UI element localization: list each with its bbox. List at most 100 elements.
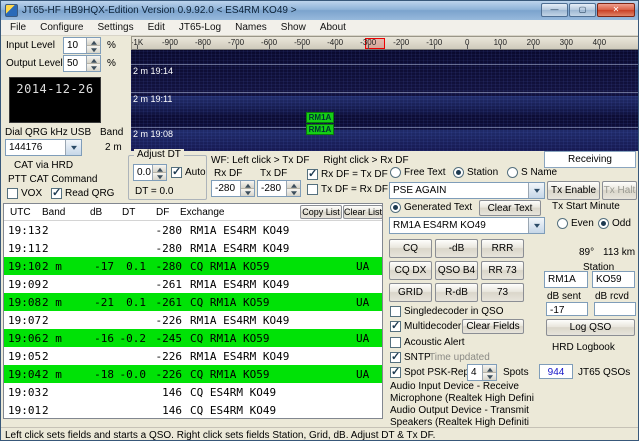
sntp-checkbox[interactable]: SNTP [390,352,431,363]
read-qrg-checkbox[interactable]: Read QRG [51,188,114,199]
macro-rr-73-button[interactable]: RR 73 [481,261,524,280]
radio-icon [390,167,401,178]
clear-fields-button[interactable]: Clear Fields [462,319,524,334]
cell-band: 2 [42,314,86,327]
menu-names[interactable]: Names [228,21,274,34]
multidecoder-checkbox[interactable]: Multidecoder [390,321,461,332]
singledecoder-checkbox[interactable]: Singledecoder in QSO [390,306,504,317]
menu-configure[interactable]: Configure [33,21,90,34]
spots-label: Spots [503,367,529,378]
rx-df-spinner[interactable]: -280 [211,180,255,197]
auto-dt-checkbox[interactable]: Auto [171,167,206,178]
cell-df: -226 [146,350,182,363]
vox-checkbox[interactable]: VOX [7,188,42,199]
tx-eq-rx-checkbox[interactable]: Tx DF = Rx DF [307,184,388,195]
decode-row[interactable]: 19:072-226RM1A ES4RM KO49 [4,311,382,329]
cell-db: -17 [86,260,114,273]
maximize-button[interactable]: ▢ [569,3,596,17]
decode-rows: 19:132-280RM1A ES4RM KO4919:112-280RM1A … [4,221,382,419]
clear-list-button[interactable]: Clear List [343,205,383,219]
odd-minute-radio[interactable]: Odd [598,218,631,229]
spinner-arrows-icon[interactable] [152,165,166,180]
decode-row[interactable]: 19:012146CQ ES4RM KO49 [4,401,382,419]
tx-message-combo[interactable]: RM1A ES4RM KO49 [389,217,545,234]
waterfall-body[interactable]: 2 m 19:142 m 19:112 m 19:08RM1ARM1A [131,50,639,151]
checkbox-icon [51,188,62,199]
macro-73-button[interactable]: 73 [481,283,524,302]
dropdown-arrow-icon[interactable] [528,183,544,198]
spinner-arrows-icon[interactable] [482,365,496,380]
decode-row[interactable]: 19:052-226RM1A ES4RM KO49 [4,347,382,365]
macro-grid-button[interactable]: GRID [389,283,432,302]
cell-df: -280 [146,224,182,237]
decode-row[interactable]: 19:132-280RM1A ES4RM KO49 [4,221,382,239]
rx-eq-tx-checkbox[interactable]: Rx DF = Tx DF [307,169,388,180]
spinner-arrows-icon[interactable] [286,181,300,196]
free-text-combo[interactable]: PSE AGAIN [389,182,545,199]
decode-row[interactable]: 19:092-261RM1A ES4RM KO49 [4,275,382,293]
decode-row[interactable]: 19:042 m-18-0.0-226CQ RM1A KO59UA [4,365,382,383]
dial-qrg-label: Dial QRG kHz USB [5,127,91,138]
cell-exchange: CQ RM1A KO59 [182,332,356,345]
clear-text-button[interactable]: Clear Text [479,200,541,216]
macro-cq-button[interactable]: CQ [389,239,432,258]
db-sent-field[interactable]: -17 [546,302,588,316]
callsign-field[interactable]: RM1A [544,271,588,288]
tx-enable-button[interactable]: Tx Enable [547,181,600,200]
macro-cq-dx-button[interactable]: CQ DX [389,261,432,280]
macro-qso-b4-button[interactable]: QSO B4 [435,261,478,280]
decode-row[interactable]: 19:062 m-16-0.2-245CQ RM1A KO59UA [4,329,382,347]
free-text-radio[interactable]: Free Text [390,167,446,178]
cell-utc: 19:04 [8,368,42,381]
spinner-arrows-icon[interactable] [240,181,254,196]
waterfall-ruler[interactable]: -1K-900-800-700-600-500-400-300-200-1000… [131,36,639,50]
dropdown-arrow-icon[interactable] [65,140,81,155]
db-rcvd-field[interactable] [594,302,636,316]
s-name-radio[interactable]: S Name [507,167,557,178]
window-title: JT65-HF HB9HQX-Edition Version 0.9.92.0 … [22,5,297,16]
decode-row[interactable]: 19:032146CQ ES4RM KO49 [4,383,382,401]
adjust-dt-title: Adjust DT [134,149,184,160]
station-radio[interactable]: Station [453,167,498,178]
menu-edit[interactable]: Edit [141,21,172,34]
cell-utc: 19:11 [8,242,42,255]
menu-file[interactable]: File [3,21,33,34]
output-level-spinner[interactable]: 50 [63,55,101,72]
spinner-arrows-icon[interactable] [86,38,100,53]
macro-db-button[interactable]: -dB [435,239,478,258]
decode-row[interactable]: 19:082 m-210.1-261CQ RM1A KO59UA [4,293,382,311]
tx-halt-button[interactable]: Tx Halt [602,181,637,200]
menu-jt65-log[interactable]: JT65-Log [172,21,228,34]
ruler-label: -600 [261,38,277,47]
grid-field[interactable]: KO59 [592,271,635,288]
copy-list-button[interactable]: Copy List [300,205,342,219]
generated-text-radio[interactable]: Generated Text [390,202,472,213]
input-level-spinner[interactable]: 10 [63,37,101,54]
cat-via-hrd-label: CAT via HRD [14,160,73,171]
even-minute-radio[interactable]: Even [557,218,594,229]
adjust-dt-spinner[interactable]: 0.0 [133,164,167,181]
close-button[interactable]: ✕ [597,3,635,17]
menu-settings[interactable]: Settings [90,21,140,34]
acoustic-alert-checkbox[interactable]: Acoustic Alert [390,337,465,348]
menu-about[interactable]: About [313,21,353,34]
spinner-arrows-icon[interactable] [86,56,100,71]
cell-band: 2 m [42,296,86,309]
minimize-button[interactable]: — [541,3,568,17]
cell-exchange: CQ RM1A KO59 [182,368,356,381]
dial-qrg-combo[interactable]: 144176 [5,139,82,156]
log-qso-button[interactable]: Log QSO [546,319,635,336]
macro-rrr-button[interactable]: RRR [481,239,524,258]
decode-row[interactable]: 19:112-280RM1A ES4RM KO49 [4,239,382,257]
cell-utc: 19:10 [8,260,42,273]
spot-spinner[interactable]: 4 [467,364,497,381]
hrd-logbook-label: HRD Logbook [552,342,615,353]
decode-row[interactable]: 19:102 m-170.1-280CQ RM1A KO59UA [4,257,382,275]
spot-psk-checkbox[interactable]: Spot PSK-Rep. [390,367,472,378]
dropdown-arrow-icon[interactable] [528,218,544,233]
tx-start-minute-label: Tx Start Minute [552,201,620,212]
column-header-utc: UTC [10,207,31,218]
macro-r-db-button[interactable]: R-dB [435,283,478,302]
tx-df-spinner[interactable]: -280 [257,180,301,197]
menu-show[interactable]: Show [274,21,313,34]
